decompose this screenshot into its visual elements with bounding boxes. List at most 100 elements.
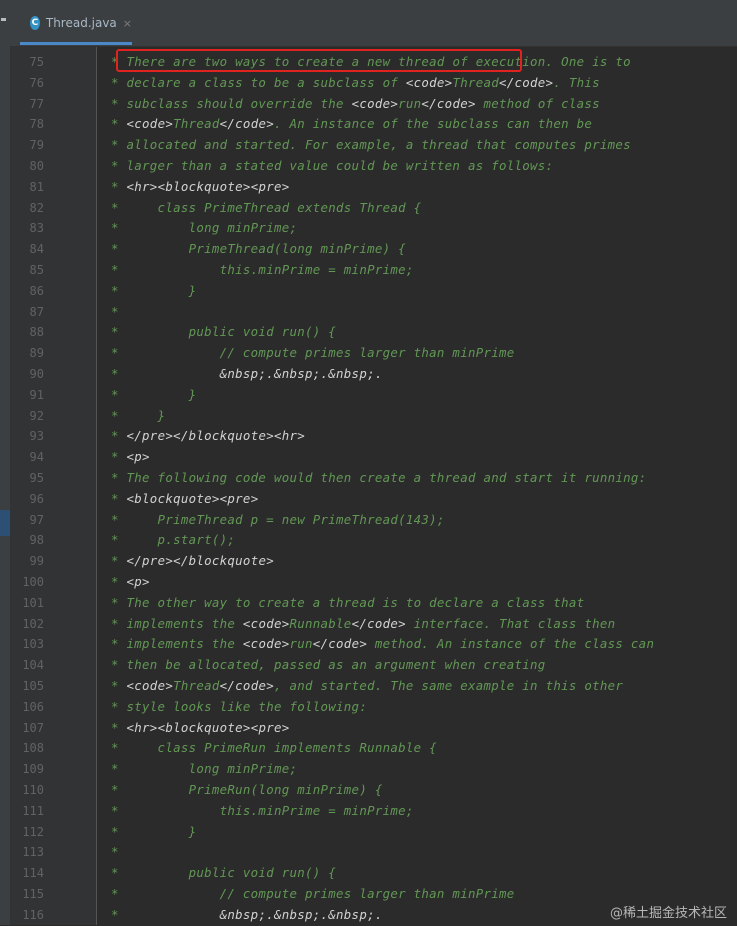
html-tag-token: <code> (351, 95, 399, 111)
comment-token: One is to (553, 54, 631, 69)
line-number: 77 (29, 96, 44, 111)
comment-token: interface. That class then (405, 615, 616, 631)
comment-token: * implements the (111, 615, 243, 631)
line-number: 109 (22, 762, 44, 777)
html-tag-token: </code> (351, 615, 406, 631)
code-text: * <hr><blockquote><pre> (111, 177, 290, 198)
code-text: * <code>Thread</code>, and started. The … (111, 676, 623, 697)
html-tag-token: </code> (312, 636, 368, 652)
comment-token: * } (111, 407, 166, 423)
line-number: 76 (29, 75, 44, 90)
line-number: 97 (29, 512, 44, 527)
html-tag-token: <code> (126, 678, 174, 693)
comment-token: * this.minPrime = minPrime; (111, 262, 414, 277)
code-text: * <blockquote><pre> (111, 489, 258, 510)
html-tag-token: <code> (405, 74, 453, 90)
comment-token: * (111, 366, 220, 381)
comment-token: method. An instance of the class can (367, 636, 655, 652)
comment-token: * (111, 449, 127, 465)
comment-token: * declare a class to be a subclass of (111, 74, 406, 90)
line-number: 112 (22, 824, 44, 839)
comment-token: * public void run() { (111, 865, 337, 881)
line-number: 103 (22, 637, 44, 652)
line-number: 104 (22, 658, 44, 673)
html-tag-token: </code> (219, 116, 274, 132)
line-number: 115 (22, 887, 44, 901)
code-text: * public void run() { (111, 863, 336, 884)
strip-selection-marker (0, 510, 10, 536)
code-text: * <hr><blockquote><pre> (111, 718, 290, 739)
code-text: * public void run() { (111, 322, 336, 343)
line-number: 99 (29, 554, 44, 569)
comment-token: * long minPrime; (111, 220, 298, 236)
line-number: 80 (29, 159, 44, 173)
line-number: 113 (22, 845, 44, 860)
comment-token: * The other way to create a thread is to… (111, 594, 585, 610)
line-number: 91 (29, 387, 44, 402)
code-text: * this.minPrime = minPrime; (111, 260, 414, 281)
left-tool-strip (0, 0, 10, 925)
line-number: 107 (22, 720, 44, 735)
comment-token: * (111, 490, 127, 506)
comment-token: * public void run() { (111, 324, 337, 340)
line-number: 114 (22, 866, 44, 881)
line-number: 86 (29, 283, 44, 298)
html-tag-token: <code> (126, 116, 174, 132)
code-text: * class PrimeThread extends Thread { (111, 198, 421, 219)
code-text: * implements the <code>Runnable</code> i… (111, 614, 615, 635)
watermark: @稀土掘金技术社区 (609, 906, 727, 921)
comment-token: * style looks like the following: (111, 698, 368, 714)
comment-token: * class PrimeRun implements Runnable { (111, 740, 437, 756)
comment-token: * PrimeThread p = new PrimeThread(143); (111, 511, 445, 527)
code-text: * declare a class to be a subclass of <c… (111, 73, 600, 94)
comment-token: * (111, 574, 127, 589)
comment-token: * subclass should override the (111, 95, 352, 111)
code-text: * <p> (111, 572, 150, 593)
comment-token: run (289, 636, 313, 652)
comment-token: * (111, 906, 220, 922)
html-tag-token: <p> (126, 574, 150, 589)
html-tag-token: <code> (242, 636, 290, 652)
comment-token: * (111, 678, 127, 693)
line-number: 78 (29, 117, 44, 132)
code-text: * implements the <code>run</code> method… (111, 634, 654, 655)
line-number: 93 (29, 429, 44, 444)
active-tab-underline (20, 42, 132, 45)
close-icon[interactable]: × (123, 17, 132, 30)
line-number: 75 (29, 55, 44, 69)
code-text: * &nbsp;.&nbsp;.&nbsp;. (111, 364, 383, 385)
code-text: * PrimeThread p = new PrimeThread(143); (111, 510, 445, 531)
line-number: 85 (29, 263, 44, 277)
line-number: 116 (22, 907, 44, 922)
code-text: * } (111, 406, 165, 427)
comment-token: * PrimeThread(long minPrime) { (111, 241, 406, 257)
comment-token: * PrimeRun(long minPrime) { (111, 782, 383, 797)
code-text: * subclass should override the <code>run… (111, 94, 600, 115)
code-text: * // compute primes larger than minPrime (111, 343, 515, 364)
code-text: * } (111, 822, 196, 843)
comment-token: * this.minPrime = minPrime; (111, 802, 414, 818)
line-number: 82 (29, 200, 44, 215)
line-number: 95 (29, 471, 44, 485)
code-text: * this.minPrime = minPrime; (111, 801, 414, 822)
comment-token: . This (553, 74, 600, 90)
html-tag-token: </pre></blockquote> (126, 553, 274, 569)
html-tag-token: &nbsp;.&nbsp;.&nbsp;. (219, 366, 383, 381)
code-text: * class PrimeRun implements Runnable { (111, 738, 437, 759)
comment-token: * (111, 428, 127, 444)
code-text: * p.start(); (111, 530, 235, 551)
line-number: 102 (22, 616, 44, 631)
html-tag-token: </pre></blockquote><hr> (126, 428, 306, 444)
line-number: 92 (29, 408, 44, 423)
html-tag-token: <hr><blockquote><pre> (126, 178, 290, 194)
code-text: * <p> (111, 447, 150, 468)
java-class-icon: C (30, 16, 40, 30)
comment-token: * (111, 303, 119, 319)
comment-token: . An instance of the subclass can then b… (273, 116, 593, 132)
line-number: 83 (29, 221, 44, 236)
line-number: 96 (29, 491, 44, 506)
line-number: 108 (22, 741, 44, 756)
code-text: * } (111, 281, 196, 302)
comment-token: * (111, 116, 127, 132)
tab-thread-java[interactable]: C Thread.java × (20, 4, 132, 45)
